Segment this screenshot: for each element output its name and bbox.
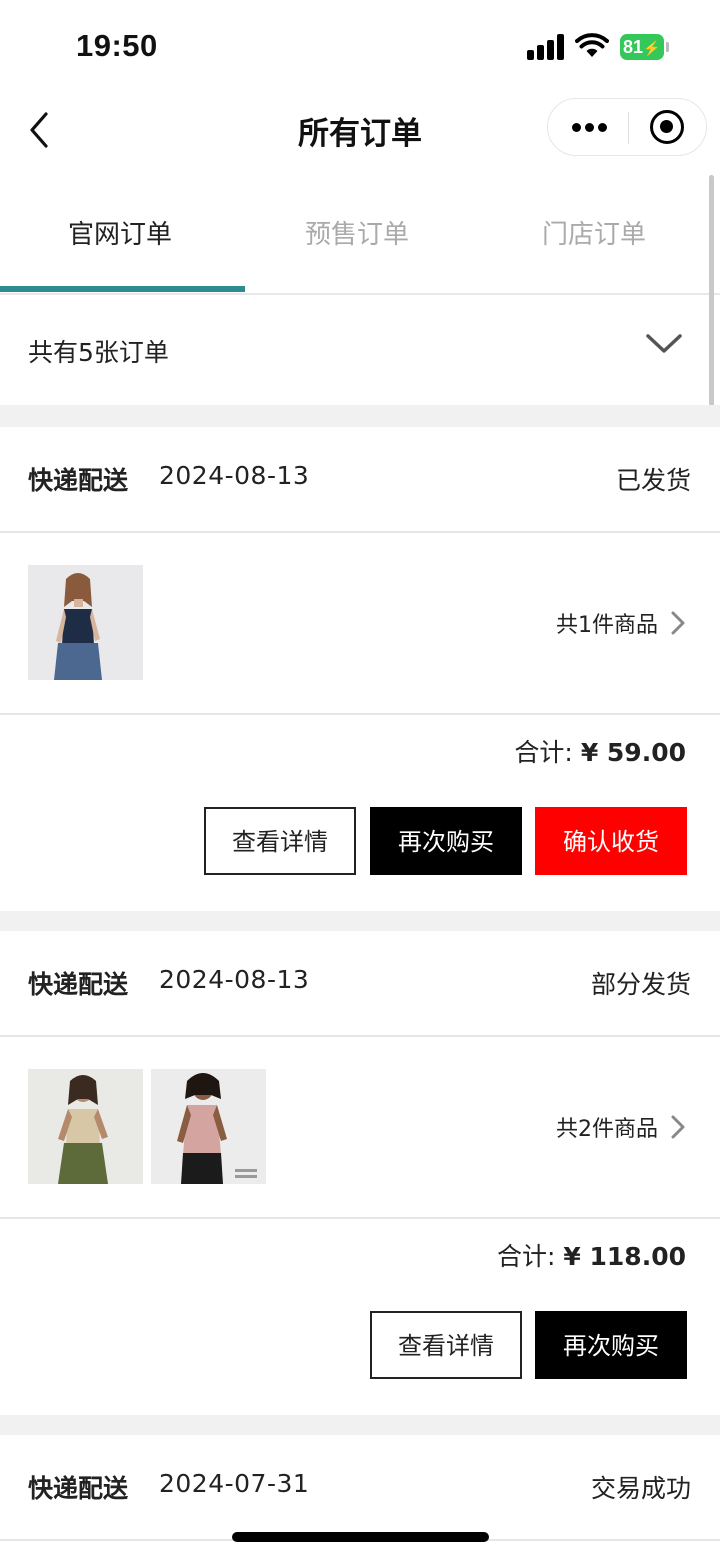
- cellular-signal-icon: [527, 34, 565, 60]
- order-status: 已发货: [615, 466, 691, 495]
- order-date: 2024-08-13: [159, 461, 310, 490]
- product-thumbnail[interactable]: [151, 1069, 266, 1184]
- delivery-method: 快递配送: [28, 970, 129, 999]
- order-items-row[interactable]: 共1件商品: [0, 531, 720, 715]
- order-card: 快递配送 2024-08-13 部分发货 共2件商品 合计: ¥ 118.00 …: [0, 931, 720, 1415]
- buy-again-button[interactable]: 再次购买: [370, 807, 522, 875]
- section-divider: [0, 1415, 720, 1435]
- total-amount: ¥ 118.00: [563, 1242, 686, 1271]
- order-total: 合计: ¥ 59.00: [514, 733, 686, 769]
- close-miniprogram-icon[interactable]: [650, 110, 684, 144]
- nav-bar: 所有订单: [0, 90, 720, 170]
- view-details-button[interactable]: 查看详情: [204, 807, 356, 875]
- product-thumbnail[interactable]: [28, 1069, 143, 1184]
- order-date: 2024-08-13: [159, 965, 310, 994]
- item-count: 共1件商品: [556, 613, 658, 638]
- chevron-right-icon[interactable]: [668, 1113, 688, 1141]
- chevron-right-icon[interactable]: [668, 609, 688, 637]
- delivery-method: 快递配送: [28, 1474, 129, 1503]
- order-date: 2024-07-31: [159, 1469, 310, 1498]
- status-bar: 19:50 81⚡: [0, 0, 720, 90]
- item-count: 共2件商品: [556, 1117, 658, 1142]
- wifi-icon: [575, 33, 609, 57]
- tab-official-orders[interactable]: 官网订单: [0, 214, 240, 251]
- order-card: 快递配送 2024-08-13 已发货 共1件商品 合计: ¥ 59.00 查看…: [0, 427, 720, 911]
- tab-presale-orders[interactable]: 预售订单: [237, 214, 477, 251]
- miniprogram-capsule: [547, 98, 707, 156]
- active-tab-indicator: [0, 286, 245, 292]
- order-count-text: 共有5张订单: [28, 338, 169, 367]
- order-header: 快递配送 2024-08-13 部分发货: [0, 931, 720, 1037]
- order-items-row[interactable]: 共2件商品: [0, 1035, 720, 1219]
- order-status: 交易成功: [590, 1474, 691, 1503]
- status-time: 19:50: [76, 28, 158, 63]
- battery-level: 81: [623, 37, 644, 57]
- delivery-method: 快递配送: [28, 466, 129, 495]
- total-label: 合计:: [514, 738, 573, 767]
- chevron-down-icon[interactable]: [644, 331, 684, 357]
- order-header: 快递配送 2024-07-31 交易成功: [0, 1435, 720, 1541]
- section-divider: [0, 405, 720, 427]
- buy-again-button[interactable]: 再次购买: [535, 1311, 687, 1379]
- view-details-button[interactable]: 查看详情: [370, 1311, 522, 1379]
- home-indicator[interactable]: [232, 1532, 489, 1542]
- battery-icon: 81⚡: [620, 34, 669, 60]
- product-thumbnail[interactable]: [28, 565, 143, 680]
- order-header: 快递配送 2024-08-13 已发货: [0, 427, 720, 533]
- confirm-receipt-button[interactable]: 确认收货: [535, 807, 687, 875]
- order-tabs: 官网订单 预售订单 门店订单: [0, 190, 720, 295]
- tab-store-orders[interactable]: 门店订单: [474, 214, 714, 251]
- order-status: 部分发货: [590, 970, 691, 999]
- total-amount: ¥ 59.00: [580, 738, 686, 767]
- total-label: 合计:: [497, 1242, 556, 1271]
- order-summary[interactable]: 共有5张订单: [0, 295, 720, 405]
- order-total: 合计: ¥ 118.00: [497, 1237, 686, 1273]
- section-divider: [0, 911, 720, 931]
- more-icon[interactable]: [570, 115, 610, 139]
